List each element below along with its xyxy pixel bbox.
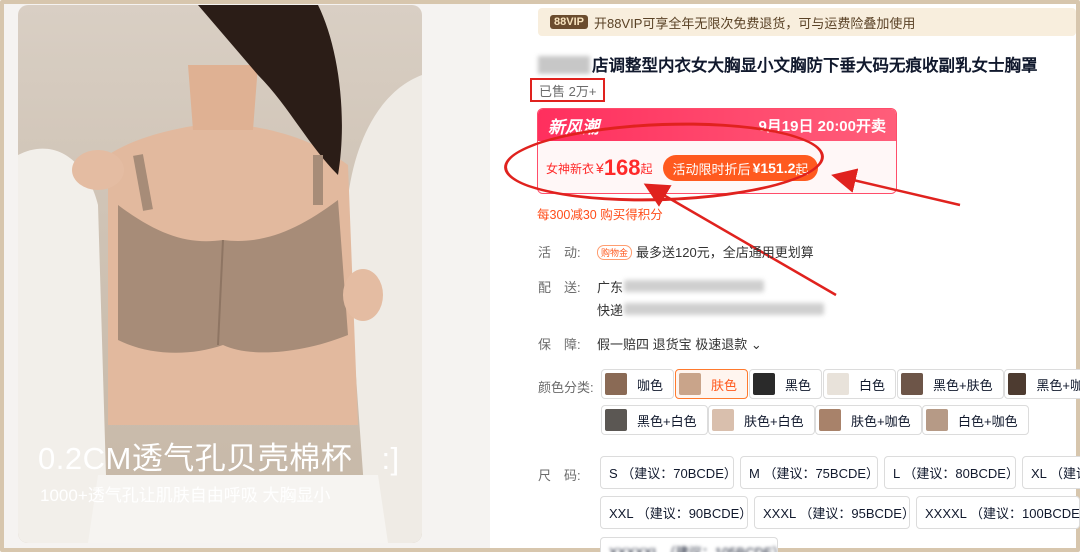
size-option[interactable]: XXXL （建议：95BCDE） (754, 496, 915, 529)
swatch-thumbnail (901, 373, 923, 395)
product-main-image[interactable]: 0.2CM透气孔贝壳棉杯 :] 1000+透气孔让肌肤自由呼吸 大胸显小 (18, 5, 422, 543)
activity-label: 活 动: (538, 245, 581, 260)
swatch-thumbnail (605, 409, 627, 431)
vip-banner[interactable]: 88VIP 开88VIP可享全年无限次免费退货，可与运费险叠加使用 (538, 8, 1076, 36)
swatch-thumbnail (926, 409, 948, 431)
color-option[interactable]: 白色+咖色 (922, 405, 1029, 435)
size-option[interactable]: XL （建议： (1022, 456, 1080, 489)
size-option[interactable]: XXXXL （建议：100BCDE） (916, 496, 1080, 529)
color-label: 颜色分类: (538, 380, 594, 395)
vip-badge: 88VIP (550, 15, 588, 29)
sold-count: 已售 2万+ (530, 78, 606, 102)
color-option-selected[interactable]: 肤色 (675, 369, 749, 399)
color-option[interactable]: 黑色 (749, 369, 823, 399)
size-option[interactable]: XXL （建议：90BCDE） (600, 496, 752, 529)
color-option[interactable]: 白色 (823, 369, 897, 399)
swatch-thumbnail (679, 373, 701, 395)
swatch-thumbnail (712, 409, 734, 431)
image-subline: 1000+透气孔让肌肤自由呼吸 大胸显小 (40, 486, 331, 505)
vip-banner-text: 开88VIP可享全年无限次免费退货，可与运费险叠加使用 (593, 15, 916, 31)
color-option[interactable]: 咖色 (601, 369, 675, 399)
guarantee-value[interactable]: 假一赔四 退货宝 极速退款 ⌄ (597, 334, 762, 353)
swatch-thumbnail (819, 409, 841, 431)
size-option[interactable]: L （建议：80BCDE） (884, 456, 1019, 489)
color-option[interactable]: 黑色+白色 (601, 405, 708, 435)
size-label: 尺 码: (538, 468, 581, 483)
guarantee-label: 保 障: (538, 337, 581, 352)
product-title: 店调整型内衣女大胸显小文胸防下垂大码无痕收副乳女士胸罩 (538, 52, 1038, 76)
swatch-thumbnail (605, 373, 627, 395)
activity-value: 购物金 最多送120元，全店通用更划算 (597, 242, 814, 261)
swatch-thumbnail (827, 373, 849, 395)
color-option[interactable]: 黑色+肤色 (897, 369, 1004, 399)
chevron-down-icon: ⌄ (750, 337, 762, 352)
swatch-thumbnail (753, 373, 775, 395)
shopping-gold-icon: 购物金 (597, 245, 633, 260)
color-option[interactable]: 肤色+咖色 (815, 405, 922, 435)
size-option[interactable]: XXXXXL （建议：105BCDE） (600, 537, 778, 552)
redacted-address (624, 280, 764, 292)
size-option[interactable]: S （建议：70BCDE） (600, 456, 737, 489)
delivery-express: 快递 (597, 303, 624, 318)
image-headline: 0.2CM透气孔贝壳棉杯 :] (38, 441, 400, 476)
delivery-label: 配 送: (538, 280, 581, 295)
color-option[interactable]: 肤色+白色 (708, 405, 815, 435)
size-option[interactable]: M （建议：75BCDE） (740, 456, 879, 489)
redacted-shipping-info (624, 303, 824, 315)
redacted-brand (538, 56, 590, 74)
promo-points-text: 每300减30 购买得积分 (537, 208, 663, 222)
swatch-thumbnail (1008, 373, 1027, 395)
delivery-origin[interactable]: 广东 (597, 277, 623, 296)
color-option[interactable]: 黑色+咖 (1004, 369, 1080, 399)
